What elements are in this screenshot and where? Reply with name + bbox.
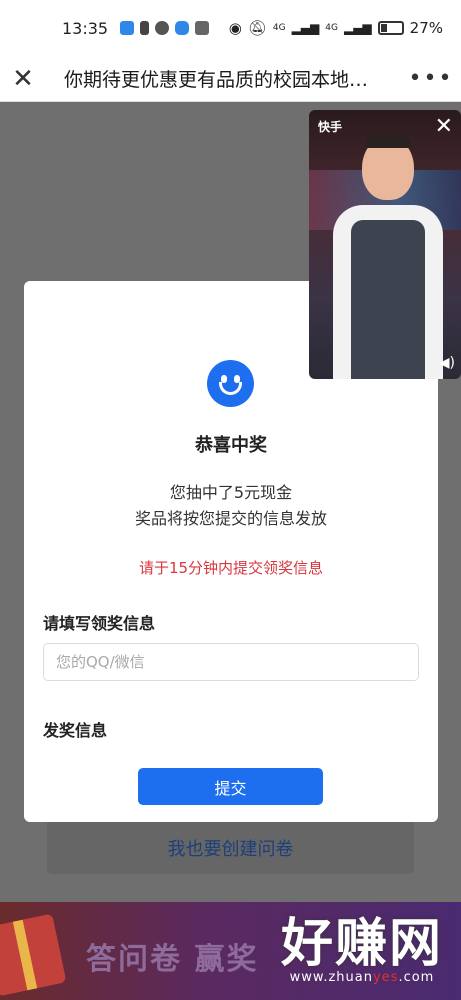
shield-icon	[120, 21, 135, 35]
signal-icon: ▂▄▆	[291, 21, 320, 35]
status-time: 13:35	[62, 18, 109, 38]
phone-icon	[140, 21, 150, 35]
award-info-label: 发奖信息	[43, 721, 108, 740]
watermark-url: www.zhuanyes.com	[289, 970, 435, 985]
kuaishou-logo: 快手	[318, 120, 343, 134]
battery-icon	[377, 21, 404, 35]
speaker-icon[interactable]: ◀)	[439, 355, 455, 371]
contact-label: 请填写领奖信息	[43, 614, 156, 633]
more-dots-icon[interactable]: •••	[401, 56, 461, 102]
signal-label-b: 4G	[325, 23, 338, 33]
bell-icon	[155, 21, 170, 35]
create-survey-link[interactable]: 我也要创建问卷	[168, 835, 294, 861]
video-close-icon[interactable]: ✕	[435, 116, 453, 138]
signal-icon: ▂▄▆	[343, 21, 372, 35]
submit-button[interactable]: 提交	[138, 768, 323, 805]
video-person-hair	[365, 134, 411, 148]
mute-icon: 🔕︎	[247, 19, 267, 37]
video-person-vest	[351, 220, 425, 379]
signal-label-a: 4G	[272, 23, 286, 33]
watermark-logo: 好赚网	[280, 914, 443, 974]
status-bar: 13:35 ◉ 🔕︎ 4G ▂▄▆ 4G ▂▄▆ 27%	[0, 0, 461, 56]
gift-box-icon	[0, 913, 67, 997]
cloud-icon	[175, 21, 190, 35]
floating-video-player[interactable]: 快手 ✕ ◀)	[309, 110, 461, 379]
prize-description: 您抽中了5元现金	[169, 483, 293, 502]
prize-delivery-note: 奖品将按您提交的信息发放	[134, 509, 327, 528]
taobao-icon	[195, 21, 210, 35]
smiley-icon	[207, 360, 254, 407]
battery-percent: 27%	[409, 19, 443, 37]
site-watermark: 好赚网 www.zhuanyes.com	[281, 916, 443, 985]
banner-text: 答问卷 赢奖	[86, 942, 259, 977]
dialog-title: 恭喜中奖	[195, 435, 267, 456]
contact-input[interactable]	[43, 643, 419, 681]
eye-icon: ◉	[228, 19, 242, 37]
page-title: 你期待更优惠更有品质的校园本地…	[64, 69, 369, 91]
promo-banner[interactable]: 答问卷 赢奖 好赚网 www.zhuanyes.com	[0, 902, 461, 1000]
close-icon[interactable]: ✕	[0, 56, 46, 102]
deadline-warning: 请于15分钟内提交领奖信息	[138, 559, 324, 577]
top-nav-bar: ✕ 你期待更优惠更有品质的校园本地… •••	[0, 56, 461, 102]
